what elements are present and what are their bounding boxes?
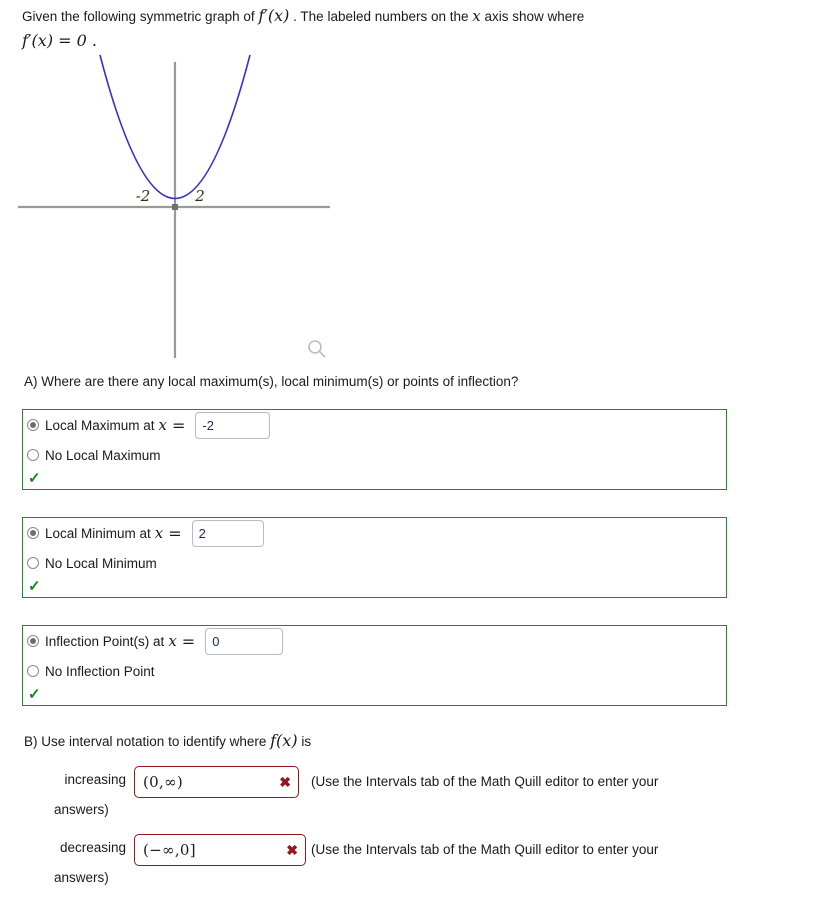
radio-inflection-value[interactable]	[27, 635, 39, 647]
radio-no-local-maximum[interactable]	[27, 449, 39, 461]
prompt-text-2: . The labeled numbers on the	[289, 9, 473, 24]
label-inflection-point: Inflection Point(s) at	[45, 633, 165, 649]
var-x-inflection: x	[168, 632, 177, 650]
status-row-local-minimum: ✓	[23, 578, 726, 598]
part-b-text-2: is	[297, 734, 312, 749]
var-x-local-maximum: x	[158, 416, 168, 434]
prompt-text-1: Given the following symmetric graph of	[22, 9, 259, 24]
input-local-maximum-value[interactable]	[195, 411, 271, 439]
input-decreasing-interval[interactable]: (−∞,0] ✖	[134, 834, 306, 866]
check-icon: ✓	[28, 470, 41, 487]
origin-marker	[172, 204, 178, 210]
zoom-graph-button[interactable]	[306, 338, 328, 360]
label-no-inflection-point: No Inflection Point	[45, 663, 155, 679]
answer-group-local-maximum: Local Maximum at x = No Local Maximum ✓	[22, 409, 727, 490]
input-local-minimum-value[interactable]	[191, 519, 264, 547]
x-tick-label-two: 2	[194, 187, 205, 205]
equals-local-maximum: =	[172, 415, 186, 435]
hint-increasing-continued: answers)	[54, 802, 109, 817]
x-tick-label-negative-two: -2	[136, 187, 151, 205]
interval-row-decreasing: decreasing (−∞,0] ✖	[54, 834, 306, 866]
radio-local-maximum-value[interactable]	[27, 419, 39, 431]
label-local-maximum: Local Maximum at	[45, 417, 155, 433]
equals-local-minimum: =	[168, 523, 182, 543]
option-row-local-maximum-value[interactable]: Local Maximum at x =	[23, 410, 726, 440]
hint-decreasing-continued: answers)	[54, 870, 109, 885]
part-b-fx: f(x)	[270, 731, 298, 750]
radio-local-minimum-value[interactable]	[27, 527, 39, 539]
part-b-text-1: B) Use interval notation to identify whe…	[24, 734, 271, 749]
var-x-local-minimum: x	[154, 524, 164, 542]
option-row-no-inflection[interactable]: No Inflection Point	[23, 656, 726, 686]
equals-inflection: =	[181, 631, 196, 651]
check-icon: ✓	[28, 686, 41, 703]
hint-increasing: (Use the Intervals tab of the Math Quill…	[311, 774, 659, 789]
status-row-inflection: ✓	[23, 686, 726, 706]
clear-increasing-icon[interactable]: ✖	[279, 775, 291, 789]
value-increasing-interval: (0,∞)	[143, 773, 184, 791]
label-local-minimum: Local Minimum at	[45, 525, 151, 541]
label-no-local-maximum: No Local Maximum	[45, 447, 161, 463]
answer-group-inflection-point: Inflection Point(s) at x = No Inflection…	[22, 625, 727, 706]
clear-decreasing-icon[interactable]: ✖	[286, 843, 298, 857]
option-row-inflection-value[interactable]: Inflection Point(s) at x =	[23, 626, 726, 656]
part-a-question: A) Where are there any local maximum(s),…	[24, 374, 519, 389]
label-increasing: increasing	[64, 772, 126, 787]
check-icon: ✓	[28, 578, 41, 595]
derivative-graph: -2 2	[0, 48, 360, 368]
value-decreasing-interval: (−∞,0]	[143, 841, 196, 859]
option-row-local-minimum-value[interactable]: Local Minimum at x =	[23, 518, 726, 548]
radio-no-local-minimum[interactable]	[27, 557, 39, 569]
input-increasing-interval[interactable]: (0,∞) ✖	[134, 766, 299, 798]
status-row-local-maximum: ✓	[23, 470, 726, 490]
radio-no-inflection-point[interactable]	[27, 665, 39, 677]
prompt-fprime-inline: f′(x)	[258, 6, 290, 25]
answer-group-local-minimum: Local Minimum at x = No Local Minimum ✓	[22, 517, 727, 598]
prompt-x-inline: x	[472, 7, 481, 25]
option-row-no-local-minimum[interactable]: No Local Minimum	[23, 548, 726, 578]
label-decreasing: decreasing	[59, 840, 126, 855]
question-prompt: Given the following symmetric graph of f…	[22, 4, 702, 54]
input-inflection-value[interactable]	[205, 627, 284, 655]
prompt-text-3: axis show where	[480, 9, 585, 24]
interval-row-increasing: increasing (0,∞) ✖	[54, 766, 299, 798]
part-b-question: B) Use interval notation to identify whe…	[24, 731, 311, 750]
graph-svg: -2 2	[18, 54, 330, 358]
label-no-local-minimum: No Local Minimum	[45, 555, 157, 571]
search-icon	[308, 340, 326, 358]
option-row-no-local-maximum[interactable]: No Local Maximum	[23, 440, 726, 470]
hint-decreasing: (Use the Intervals tab of the Math Quill…	[311, 842, 659, 857]
